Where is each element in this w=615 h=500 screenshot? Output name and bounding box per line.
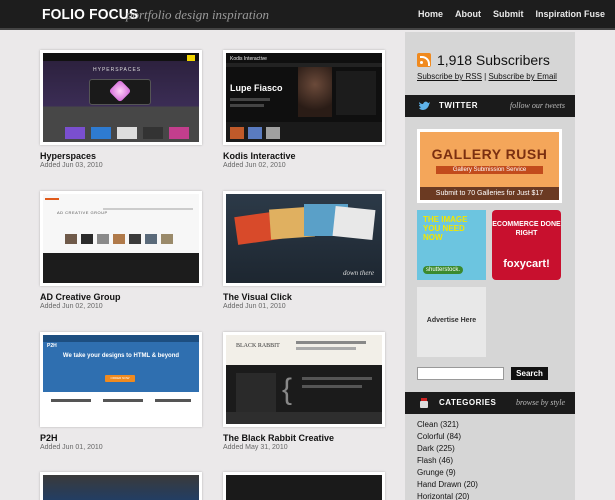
subscribe-email-link[interactable]: Subscribe by Email — [488, 72, 556, 81]
portfolio-date: Added Jun 01, 2010 — [223, 303, 286, 310]
link-separator: | — [484, 72, 487, 81]
category-list: Clean (321) Colorful (84) Dark (225) Fla… — [417, 419, 478, 500]
nav-inspiration-fuse[interactable]: Inspiration Fuse — [535, 9, 605, 19]
site-logo[interactable]: FOLIO FOCUS — [42, 6, 138, 23]
categories-title: CATEGORIES — [439, 398, 497, 407]
category-item[interactable]: Clean (321) — [417, 419, 478, 431]
main-nav: Home About Submit Inspiration Fuse — [418, 9, 605, 19]
category-item[interactable]: Hand Drawn (20) — [417, 479, 478, 491]
site-header: FOLIO FOCUS portfolio design inspiration… — [0, 0, 615, 30]
gallery-rush-title: GALLERY RUSH — [431, 146, 548, 162]
gallery-rush-ad[interactable]: GALLERY RUSH Gallery Submission Service … — [417, 129, 562, 203]
portfolio-date: Added Jun 01, 2010 — [40, 444, 103, 451]
nav-about[interactable]: About — [455, 9, 481, 19]
advertise-here-slot[interactable]: Advertise Here — [417, 287, 486, 357]
shutterstock-headline: THE IMAGE YOU NEED NOW — [423, 215, 468, 242]
portfolio-title[interactable]: AD Creative Group — [40, 292, 202, 302]
portfolio-title[interactable]: P2H — [40, 433, 202, 443]
subscriber-count: 1,918 Subscribers — [437, 52, 550, 68]
portfolio-card-partial[interactable] — [40, 472, 202, 500]
subscribe-links: Subscribe by RSS | Subscribe by Email — [417, 72, 557, 81]
foxycart-headline: ECOMMERCE DONE RIGHT — [492, 221, 561, 237]
foxycart-logo: foxycart! — [503, 258, 550, 270]
portfolio-card-hyperspaces[interactable]: HYPERSPACES Hyperspaces Added Jun 03, 20… — [40, 50, 202, 169]
portfolio-title[interactable]: The Black Rabbit Creative — [223, 433, 385, 443]
portfolio-thumbnail[interactable]: BLACK RABBIT { — [223, 332, 385, 427]
twitter-bird-icon — [419, 101, 430, 110]
portfolio-card-the-visual-click[interactable]: down there The Visual Click Added Jun 01… — [223, 191, 385, 310]
portfolio-date: Added Jun 02, 2010 — [223, 162, 286, 169]
portfolio-thumbnail[interactable]: P2H We take your designs to HTML & beyon… — [40, 332, 202, 427]
search-input[interactable] — [417, 367, 504, 380]
category-item[interactable]: Dark (225) — [417, 443, 478, 455]
twitter-bar[interactable]: TWITTER follow our tweets — [405, 95, 575, 117]
portfolio-card-kodis-interactive[interactable]: Kodis Interactive Lupe Fiasco Kodis Inte… — [223, 50, 385, 169]
gallery-rush-subtitle: Gallery Submission Service — [436, 166, 543, 174]
twitter-subtitle: follow our tweets — [509, 101, 565, 110]
gallery-rush-cta: Submit to 70 Galleries for Just $17 — [420, 187, 559, 200]
shutterstock-logo: shutterstock. — [423, 266, 464, 274]
portfolio-title[interactable]: Hyperspaces — [40, 151, 202, 161]
portfolio-card-p2h[interactable]: P2H We take your designs to HTML & beyon… — [40, 332, 202, 451]
category-item[interactable]: Horizontal (20) — [417, 491, 478, 500]
portfolio-thumbnail[interactable]: HYPERSPACES — [40, 50, 202, 145]
portfolio-card-ad-creative-group[interactable]: AD CREATIVE GROUP AD Creative Group Adde… — [40, 191, 202, 310]
sidebar: 1,918 Subscribers Subscribe by RSS | Sub… — [405, 32, 575, 500]
portfolio-thumbnail[interactable] — [40, 472, 202, 500]
categories-subtitle: browse by style — [515, 398, 565, 407]
site-tagline: portfolio design inspiration — [126, 7, 270, 22]
twitter-title: TWITTER — [439, 101, 479, 110]
portfolio-thumbnail[interactable] — [223, 472, 385, 500]
portfolio-title[interactable]: The Visual Click — [223, 292, 385, 302]
portfolio-card-the-black-rabbit-creative[interactable]: BLACK RABBIT { The Black Rabbit Creative… — [223, 332, 385, 451]
portfolio-date: Added Jun 02, 2010 — [40, 303, 103, 310]
portfolio-date: Added Jun 03, 2010 — [40, 162, 103, 169]
portfolio-card-partial[interactable] — [223, 472, 385, 500]
subscribe-rss-link[interactable]: Subscribe by RSS — [417, 72, 482, 81]
categories-bar: CATEGORIES browse by style — [405, 392, 575, 414]
foxycart-ad[interactable]: ECOMMERCE DONE RIGHT foxycart! — [492, 210, 561, 280]
category-item[interactable]: Grunge (9) — [417, 467, 478, 479]
nav-home[interactable]: Home — [418, 9, 443, 19]
portfolio-date: Added May 31, 2010 — [223, 444, 288, 451]
categories-icon — [420, 398, 428, 408]
subscriber-count-row: 1,918 Subscribers — [417, 52, 550, 68]
nav-submit[interactable]: Submit — [493, 9, 524, 19]
rss-icon[interactable] — [417, 53, 431, 67]
portfolio-thumbnail[interactable]: AD CREATIVE GROUP — [40, 191, 202, 286]
category-item[interactable]: Colorful (84) — [417, 431, 478, 443]
portfolio-title[interactable]: Kodis Interactive — [223, 151, 385, 161]
category-item[interactable]: Flash (46) — [417, 455, 478, 467]
portfolio-thumbnail[interactable]: down there — [223, 191, 385, 286]
shutterstock-ad[interactable]: THE IMAGE YOU NEED NOW shutterstock. — [417, 210, 486, 280]
search-button[interactable]: Search — [511, 367, 548, 380]
portfolio-thumbnail[interactable]: Kodis Interactive Lupe Fiasco — [223, 50, 385, 145]
